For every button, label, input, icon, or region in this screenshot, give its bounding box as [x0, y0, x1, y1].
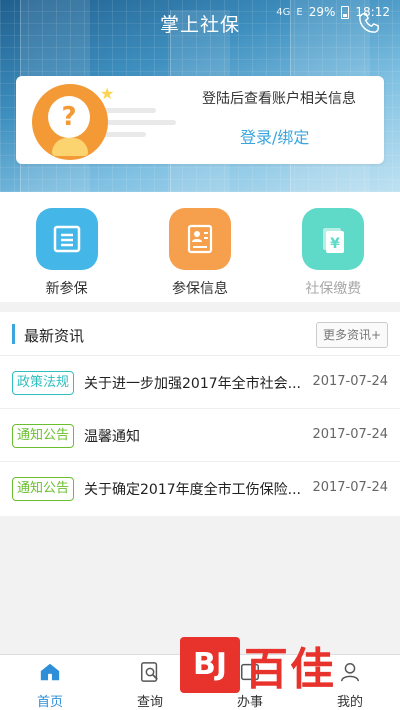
- news-title: 最新资讯: [24, 327, 85, 345]
- news-section: 最新资讯 更多资讯+ 政策法规 关于进一步加强2017年全市社会... 2017…: [0, 312, 400, 516]
- news-date: 2017-07-24: [312, 427, 388, 442]
- home-icon: [40, 663, 60, 681]
- app-title: 掌上社保: [159, 14, 240, 36]
- tab-label: 首页: [36, 695, 63, 710]
- news-item[interactable]: 通知公告 关于确定2017年度全市工伤保险... 2017-07-24: [0, 462, 400, 515]
- news-tag: 政策法规: [12, 371, 75, 395]
- feature-payment[interactable]: ¥ 社保缴费: [267, 192, 400, 302]
- tab-home[interactable]: 首页: [0, 655, 100, 710]
- phone-icon[interactable]: [358, 12, 380, 34]
- login-hint: 登陆后查看账户相关信息: [202, 91, 356, 107]
- login-bind-link[interactable]: 登录/绑定: [240, 124, 309, 148]
- login-card[interactable]: ? ★ 登陆后查看账户相关信息 登录/绑定: [16, 76, 384, 164]
- feature-label: 参保信息: [171, 281, 228, 297]
- question-avatar-icon: ?: [32, 84, 108, 160]
- news-tag: 通知公告: [12, 477, 75, 501]
- yuan-payment-icon: ¥: [302, 208, 365, 270]
- watermark-badge: BJ: [180, 637, 240, 693]
- feature-enrollment-info[interactable]: 参保信息: [133, 192, 266, 302]
- news-header: 最新资讯 更多资讯+: [0, 312, 400, 356]
- feature-grid: 新参保 参保信息 ¥ 社保缴费: [0, 192, 400, 302]
- section-accent-bar: [12, 324, 15, 344]
- watermark-text: 百佳: [244, 644, 336, 695]
- profile-card-icon: [168, 208, 231, 270]
- feature-label: 社保缴费: [305, 281, 362, 297]
- news-item[interactable]: 政策法规 关于进一步加强2017年全市社会... 2017-07-24: [0, 356, 400, 409]
- svg-text:¥: ¥: [330, 236, 340, 252]
- news-item[interactable]: 通知公告 温馨通知 2017-07-24: [0, 409, 400, 462]
- news-headline: 关于进一步加强2017年全市社会...: [84, 376, 301, 392]
- feature-new-enrollment[interactable]: 新参保: [0, 192, 133, 302]
- news-headline: 关于确定2017年度全市工伤保险...: [84, 482, 301, 498]
- document-icon: [35, 208, 98, 270]
- feature-label: 新参保: [45, 281, 88, 297]
- news-date: 2017-07-24: [312, 480, 388, 495]
- news-date: 2017-07-24: [312, 374, 388, 389]
- news-headline: 温馨通知: [84, 429, 140, 445]
- header-banner: 4G E 29% 18:12 掌上社保 ? ★ 登陆后查看账户相关信息 登录/绑…: [0, 0, 400, 192]
- watermark-logo: BJ 百佳: [180, 634, 380, 696]
- search-doc-icon: [141, 662, 158, 682]
- more-news-button[interactable]: 更多资讯+: [315, 322, 388, 348]
- news-tag: 通知公告: [12, 424, 75, 448]
- star-icon: ★: [100, 84, 115, 103]
